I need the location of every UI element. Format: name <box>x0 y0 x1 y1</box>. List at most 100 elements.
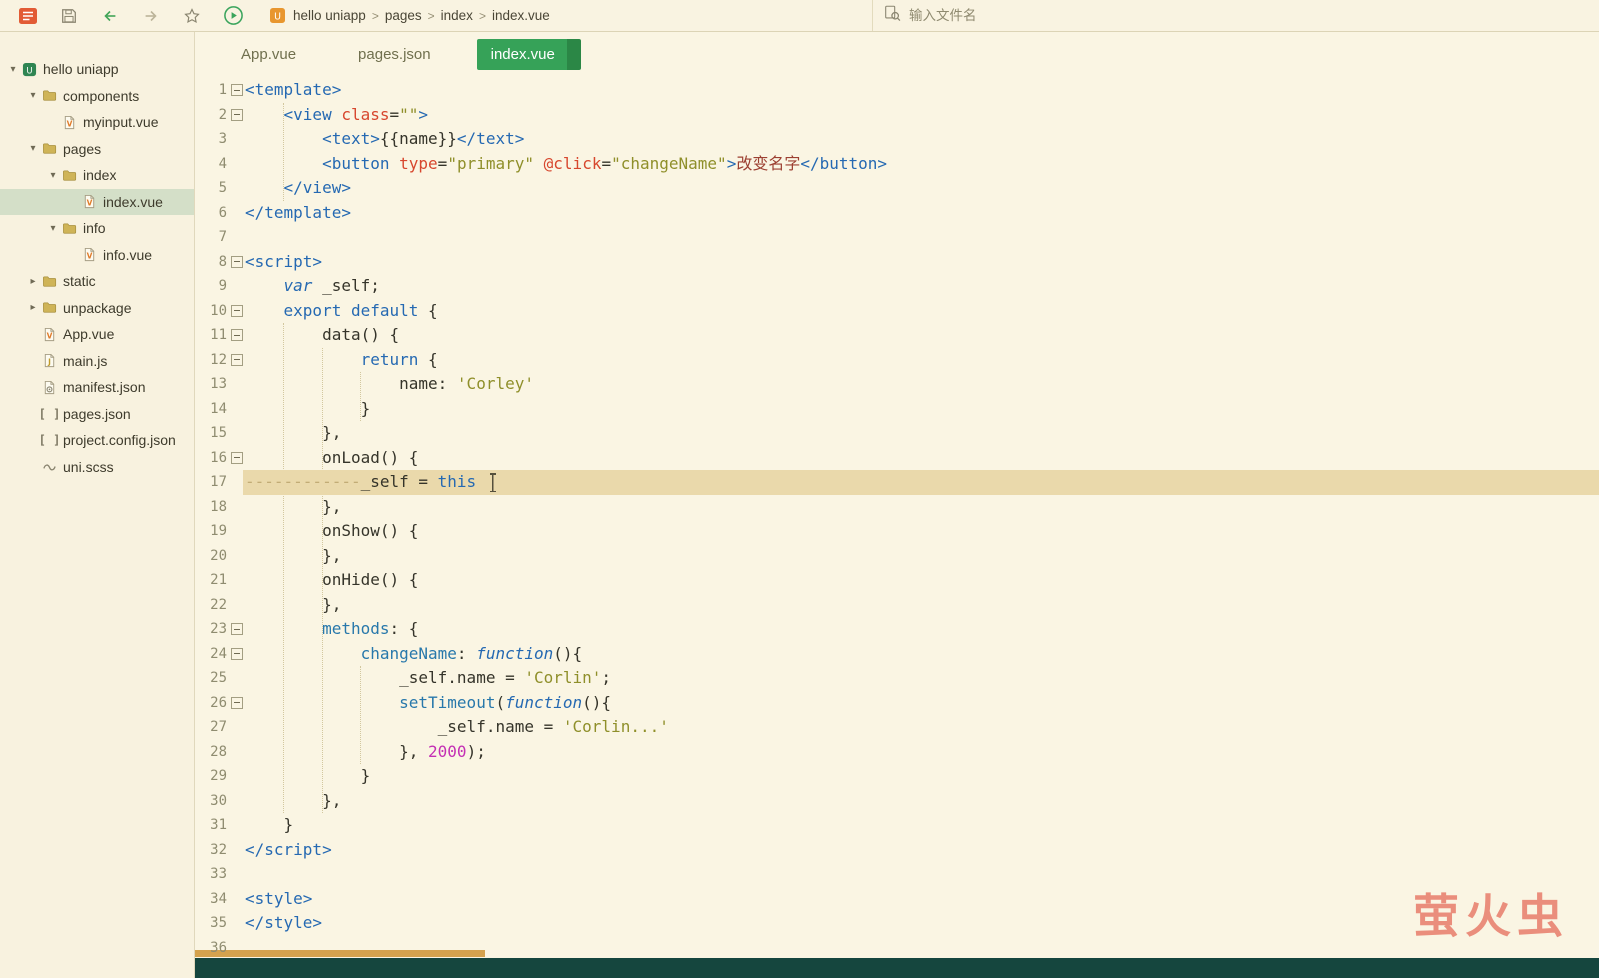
breadcrumb-item-hello-uniapp[interactable]: hello uniapp <box>293 8 366 23</box>
tab-index-vue[interactable]: index.vue <box>476 38 581 70</box>
code-line-22[interactable]: 22 }, <box>195 593 1599 618</box>
fold-marker-icon[interactable] <box>231 304 243 317</box>
code-line-1[interactable]: 1 <template> <box>195 78 1599 103</box>
code-text[interactable]: <text>{{name}}</text> <box>243 127 1599 152</box>
code-line-30[interactable]: 30 }, <box>195 789 1599 814</box>
code-line-15[interactable]: 15 }, <box>195 421 1599 446</box>
tree-item-uni-scss[interactable]: uni.scss <box>0 454 194 481</box>
code-line-29[interactable]: 29 } <box>195 764 1599 789</box>
breadcrumb-item-index[interactable]: index <box>441 8 473 23</box>
save-icon[interactable] <box>56 3 82 29</box>
code-text[interactable]: <script> <box>243 250 1599 275</box>
fold-marker-icon[interactable] <box>231 696 243 709</box>
code-area[interactable]: 1 <template> 2 <view class=""> 3 <text>{{na… <box>195 76 1599 958</box>
code-text[interactable]: <template> <box>243 78 1599 103</box>
chevron-right-icon[interactable]: ▸ <box>26 302 40 313</box>
code-text[interactable]: }, 2000); <box>243 740 1599 765</box>
code-line-25[interactable]: 25 _self.name = 'Corlin'; <box>195 666 1599 691</box>
fold-marker-icon[interactable] <box>231 84 243 97</box>
tree-item-myinput-vue[interactable]: Vmyinput.vue <box>0 109 194 136</box>
code-text[interactable]: export default { <box>243 299 1599 324</box>
code-line-16[interactable]: 16 onLoad() { <box>195 446 1599 471</box>
tree-item-project-config-json[interactable]: [ ] project.config.json <box>0 427 194 454</box>
code-text[interactable]: <view class=""> <box>243 103 1599 128</box>
code-text[interactable]: setTimeout(function(){ <box>243 691 1599 716</box>
code-text[interactable]: <button type="primary" @click="changeNam… <box>243 152 1599 177</box>
code-line-31[interactable]: 31 } <box>195 813 1599 838</box>
chevron-down-icon[interactable]: ▾ <box>46 170 60 181</box>
forward-arrow-icon[interactable] <box>138 3 164 29</box>
code-text[interactable]: _self.name = 'Corlin'; <box>243 666 1599 691</box>
tree-item-index-vue[interactable]: Vindex.vue <box>0 188 194 215</box>
code-line-5[interactable]: 5 </view> <box>195 176 1599 201</box>
code-text[interactable]: name: 'Corley' <box>243 372 1599 397</box>
breadcrumb-item-pages[interactable]: pages <box>385 8 422 23</box>
code-line-17[interactable]: 17 ------------_self = this <box>195 470 1599 495</box>
code-text[interactable]: data() { <box>243 323 1599 348</box>
code-line-13[interactable]: 13 name: 'Corley' <box>195 372 1599 397</box>
code-line-34[interactable]: 34 <style> <box>195 887 1599 912</box>
code-text[interactable]: }, <box>243 544 1599 569</box>
tab-pages-json[interactable]: pages.json <box>342 39 447 70</box>
code-line-18[interactable]: 18 }, <box>195 495 1599 520</box>
code-line-26[interactable]: 26 setTimeout(function(){ <box>195 691 1599 716</box>
code-text[interactable]: }, <box>243 593 1599 618</box>
code-line-21[interactable]: 21 onHide() { <box>195 568 1599 593</box>
code-text[interactable]: <style> <box>243 887 1599 912</box>
tree-item-unpackage[interactable]: ▸ unpackage <box>0 295 194 322</box>
code-line-12[interactable]: 12 return { <box>195 348 1599 373</box>
code-text[interactable] <box>243 862 1599 887</box>
code-line-10[interactable]: 10 export default { <box>195 299 1599 324</box>
code-text[interactable]: var _self; <box>243 274 1599 299</box>
back-arrow-icon[interactable] <box>97 3 123 29</box>
code-text[interactable]: }, <box>243 421 1599 446</box>
code-text[interactable]: } <box>243 397 1599 422</box>
code-line-32[interactable]: 32 </script> <box>195 838 1599 863</box>
code-line-36[interactable]: 36 <box>195 936 1599 959</box>
code-line-33[interactable]: 33 <box>195 862 1599 887</box>
app-logo-icon[interactable] <box>15 3 41 29</box>
tree-item-app-vue[interactable]: V App.vue <box>0 321 194 348</box>
code-text[interactable]: </view> <box>243 176 1599 201</box>
tree-item-static[interactable]: ▸ static <box>0 268 194 295</box>
code-line-3[interactable]: 3 <text>{{name}}</text> <box>195 127 1599 152</box>
tree-item-pages-json[interactable]: [ ] pages.json <box>0 401 194 428</box>
code-line-35[interactable]: 35 </style> <box>195 911 1599 936</box>
code-line-6[interactable]: 6 </template> <box>195 201 1599 226</box>
fold-marker-icon[interactable] <box>231 647 243 660</box>
code-text[interactable]: methods: { <box>243 617 1599 642</box>
code-text[interactable]: } <box>243 813 1599 838</box>
chevron-down-icon[interactable]: ▾ <box>26 90 40 101</box>
code-text[interactable]: ------------_self = this <box>243 470 1599 495</box>
code-line-23[interactable]: 23 methods: { <box>195 617 1599 642</box>
run-icon[interactable] <box>220 3 246 29</box>
code-text[interactable]: changeName: function(){ <box>243 642 1599 667</box>
tree-item-info-vue[interactable]: Vinfo.vue <box>0 242 194 269</box>
fold-marker-icon[interactable] <box>231 353 243 366</box>
star-icon[interactable] <box>179 3 205 29</box>
code-text[interactable]: </template> <box>243 201 1599 226</box>
tree-item-pages[interactable]: ▾ pages <box>0 136 194 163</box>
chevron-right-icon[interactable]: ▸ <box>26 276 40 287</box>
code-text[interactable] <box>243 936 1599 959</box>
search-input[interactable] <box>909 8 1059 23</box>
code-text[interactable]: }, <box>243 495 1599 520</box>
code-line-11[interactable]: 11 data() { <box>195 323 1599 348</box>
code-line-7[interactable]: 7 <box>195 225 1599 250</box>
code-line-27[interactable]: 27 _self.name = 'Corlin...' <box>195 715 1599 740</box>
code-text[interactable]: </style> <box>243 911 1599 936</box>
fold-marker-icon[interactable] <box>231 451 243 464</box>
code-line-2[interactable]: 2 <view class=""> <box>195 103 1599 128</box>
code-text[interactable]: onHide() { <box>243 568 1599 593</box>
code-text[interactable]: onLoad() { <box>243 446 1599 471</box>
code-line-19[interactable]: 19 onShow() { <box>195 519 1599 544</box>
tree-item-info[interactable]: ▾ info <box>0 215 194 242</box>
chevron-down-icon[interactable]: ▾ <box>6 64 20 75</box>
fold-marker-icon[interactable] <box>231 255 243 268</box>
code-line-20[interactable]: 20 }, <box>195 544 1599 569</box>
code-text[interactable]: _self.name = 'Corlin...' <box>243 715 1599 740</box>
tree-item-hello-uniapp[interactable]: ▾ Uhello uniapp <box>0 56 194 83</box>
code-text[interactable]: } <box>243 764 1599 789</box>
fold-marker-icon[interactable] <box>231 329 243 342</box>
code-line-9[interactable]: 9 var _self; <box>195 274 1599 299</box>
